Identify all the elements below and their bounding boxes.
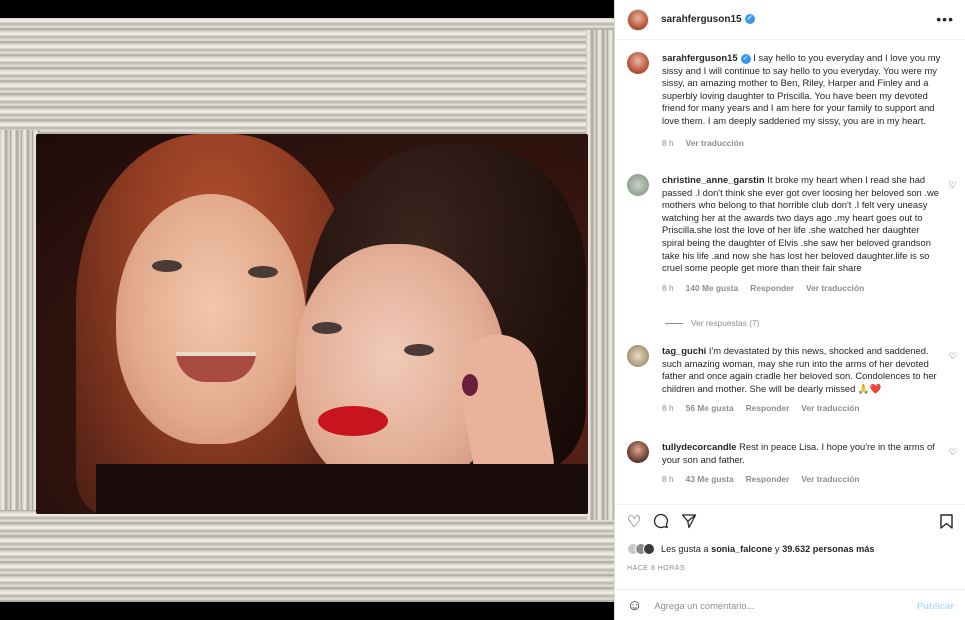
comment-likes[interactable]: 140 Me gusta <box>686 282 739 295</box>
comment-username[interactable]: tag_guchi <box>662 345 706 356</box>
emoji-icon[interactable]: ☺ <box>627 597 642 614</box>
caption-time: 8 h <box>662 137 674 148</box>
translate-link[interactable]: Ver traducción <box>801 402 859 415</box>
publish-button[interactable]: Publicar <box>917 600 954 611</box>
view-replies-label: Ver respuestas (7) <box>691 318 760 328</box>
eye <box>404 344 434 356</box>
heart-icon[interactable]: ♡ <box>949 180 957 191</box>
eye <box>312 322 342 334</box>
add-comment-bar: ☺ Agrega un comentario... Publicar <box>615 589 965 620</box>
avatar[interactable] <box>627 174 649 196</box>
comment-input[interactable]: Agrega un comentario... <box>654 600 917 611</box>
heart-icon[interactable]: ♡ <box>949 447 957 458</box>
painted-nail <box>462 374 478 396</box>
comment-likes[interactable]: 56 Me gusta <box>686 402 734 415</box>
liked-by-user[interactable]: sonia_falcone <box>711 544 772 554</box>
dark-clothing <box>96 464 588 514</box>
likes-count[interactable]: 39.632 personas más <box>782 544 874 554</box>
comment-icon[interactable] <box>653 513 669 533</box>
heart-icon[interactable]: ♡ <box>627 514 641 531</box>
avatar <box>643 543 655 555</box>
likes-summary[interactable]: Les gusta a sonia_falcone y 39.632 perso… <box>627 543 875 555</box>
verified-badge-icon: ✓ <box>740 53 751 64</box>
action-bar: ♡ <box>615 504 965 540</box>
view-replies-button[interactable]: Ver respuestas (7) <box>665 318 759 328</box>
eye <box>152 260 182 272</box>
comment-time: 8 h <box>662 474 674 485</box>
comment-username[interactable]: christine_anne_garstin <box>662 174 765 185</box>
share-icon[interactable] <box>681 513 697 533</box>
avatar[interactable] <box>627 8 649 31</box>
more-options-icon[interactable]: ••• <box>936 12 954 26</box>
likes-prefix: Les gusta a <box>661 544 709 554</box>
comment-likes[interactable]: 43 Me gusta <box>686 473 734 486</box>
caption-username[interactable]: sarahferguson15 <box>662 52 738 63</box>
verified-badge-icon: ✓ <box>744 14 755 25</box>
post-photo <box>36 134 588 514</box>
avatar[interactable] <box>627 441 649 463</box>
post-sidebar: sarahferguson15 ✓ ••• sarahferguson15 ✓ I … <box>614 0 965 620</box>
comment-text: It broke my heart when I read she had pa… <box>662 174 939 274</box>
bookmark-icon[interactable] <box>940 514 953 533</box>
post-time-ago: HACE 8 HORAS <box>627 565 686 572</box>
post-header: sarahferguson15 ✓ ••• <box>615 0 965 40</box>
reply-button[interactable]: Responder <box>746 402 790 415</box>
translate-link[interactable]: Ver traducción <box>801 473 859 486</box>
post-media[interactable] <box>0 0 614 620</box>
caption-text: I say hello to you everyday and I love y… <box>662 52 941 126</box>
likes-connector: y <box>774 544 780 554</box>
left-person-face <box>116 194 306 444</box>
comments-list[interactable]: sarahferguson15 ✓ I say hello to you ever… <box>615 40 965 504</box>
heart-icon[interactable]: ♡ <box>949 351 957 362</box>
reply-button[interactable]: Responder <box>746 473 790 486</box>
frame-left-edge <box>0 130 40 510</box>
frame-right-edge <box>586 30 614 520</box>
comment-username[interactable]: tullydecorcandle <box>662 441 737 452</box>
translate-link[interactable]: Ver traducción <box>686 137 744 150</box>
divider <box>665 322 683 324</box>
reply-button[interactable]: Responder <box>750 282 794 295</box>
eye <box>248 266 278 278</box>
red-lips <box>318 406 388 436</box>
translate-link[interactable]: Ver traducción <box>806 282 864 295</box>
comment-time: 8 h <box>662 282 674 293</box>
avatar[interactable] <box>627 345 649 367</box>
post-username[interactable]: sarahferguson15 ✓ <box>661 14 755 25</box>
avatar[interactable] <box>627 52 649 74</box>
comment-time: 8 h <box>662 403 674 414</box>
